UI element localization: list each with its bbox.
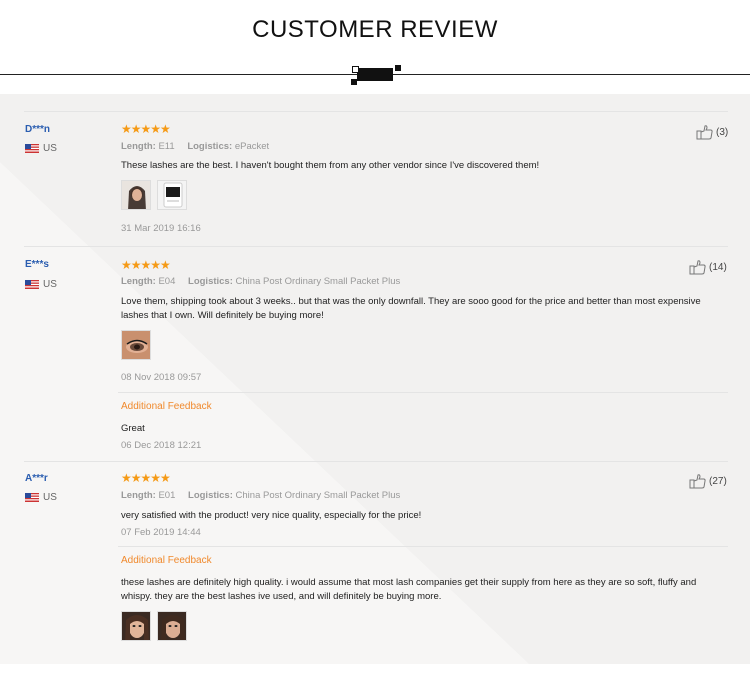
us-flag-icon <box>25 280 39 289</box>
like-button[interactable]: (14) <box>689 259 727 275</box>
divider-ornament-square <box>351 79 357 85</box>
buyer-country: US <box>25 143 57 154</box>
like-count: (3) <box>716 126 729 138</box>
star-rating: ★★★★★ <box>121 258 171 272</box>
divider-ornament-square <box>395 65 401 71</box>
star-rating: ★★★★★ <box>121 471 171 485</box>
divider <box>118 546 728 547</box>
additional-feedback-text: these lashes are definitely high quality… <box>121 577 697 602</box>
logistics-label: Logistics: <box>188 276 233 287</box>
additional-feedback-label: Additional Feedback <box>121 555 212 566</box>
page-title: CUSTOMER REVIEW <box>252 16 498 43</box>
divider <box>24 246 728 247</box>
additional-feedback-label: Additional Feedback <box>121 401 212 412</box>
review-photo[interactable] <box>157 611 187 641</box>
buyer-name[interactable]: D***n <box>25 124 50 135</box>
length-value: E11 <box>158 141 175 152</box>
logistics-label: Logistics: <box>188 490 233 501</box>
country-code: US <box>43 279 57 290</box>
review-date: 08 Nov 2018 09:57 <box>121 372 202 383</box>
review-photo[interactable] <box>121 611 151 641</box>
logistics-value: China Post Ordinary Small Packet Plus <box>235 276 401 287</box>
review-text: These lashes are the best. I haven't bou… <box>121 160 540 171</box>
order-meta: Length: E11 Logistics: ePacket <box>121 141 269 152</box>
country-code: US <box>43 492 57 503</box>
thumbs-up-icon <box>689 260 706 275</box>
us-flag-icon <box>25 144 39 153</box>
like-count: (27) <box>709 475 727 487</box>
review-photo[interactable] <box>121 180 151 210</box>
review-text: very satisfied with the product! very ni… <box>121 510 422 521</box>
logistics-value: China Post Ordinary Small Packet Plus <box>235 490 401 501</box>
buyer-country: US <box>25 279 57 290</box>
additional-feedback-text: Great <box>121 423 145 434</box>
divider <box>24 461 728 462</box>
buyer-country: US <box>25 492 57 503</box>
country-code: US <box>43 143 57 154</box>
order-meta: Length: E04 Logistics: China Post Ordina… <box>121 276 400 287</box>
review-text: Love them, shipping took about 3 weeks..… <box>121 296 701 321</box>
order-meta: Length: E01 Logistics: China Post Ordina… <box>121 490 400 501</box>
divider-ornament <box>357 68 393 81</box>
review-photo[interactable] <box>121 330 151 360</box>
like-button[interactable]: (27) <box>689 473 727 489</box>
length-label: Length: <box>121 276 156 287</box>
thumbs-up-icon <box>689 474 706 489</box>
buyer-name[interactable]: A***r <box>25 473 48 484</box>
like-count: (14) <box>709 261 727 273</box>
review-photo[interactable] <box>157 180 187 210</box>
star-rating: ★★★★★ <box>121 122 171 136</box>
logistics-label: Logistics: <box>187 141 233 152</box>
review-date: 31 Mar 2019 16:16 <box>121 223 201 234</box>
thumbs-up-icon <box>696 125 713 140</box>
length-value: E01 <box>158 490 176 501</box>
additional-feedback-date: 06 Dec 2018 12:21 <box>121 440 202 451</box>
divider <box>24 111 728 112</box>
logistics-value: ePacket <box>234 141 270 152</box>
like-button[interactable]: (3) <box>696 124 728 140</box>
review-date: 07 Feb 2019 14:44 <box>121 527 201 538</box>
divider-ornament-square <box>352 66 359 73</box>
length-label: Length: <box>121 141 156 152</box>
buyer-name[interactable]: E***s <box>25 259 49 270</box>
divider <box>118 392 728 393</box>
length-value: E04 <box>158 276 176 287</box>
length-label: Length: <box>121 490 156 501</box>
us-flag-icon <box>25 493 39 502</box>
